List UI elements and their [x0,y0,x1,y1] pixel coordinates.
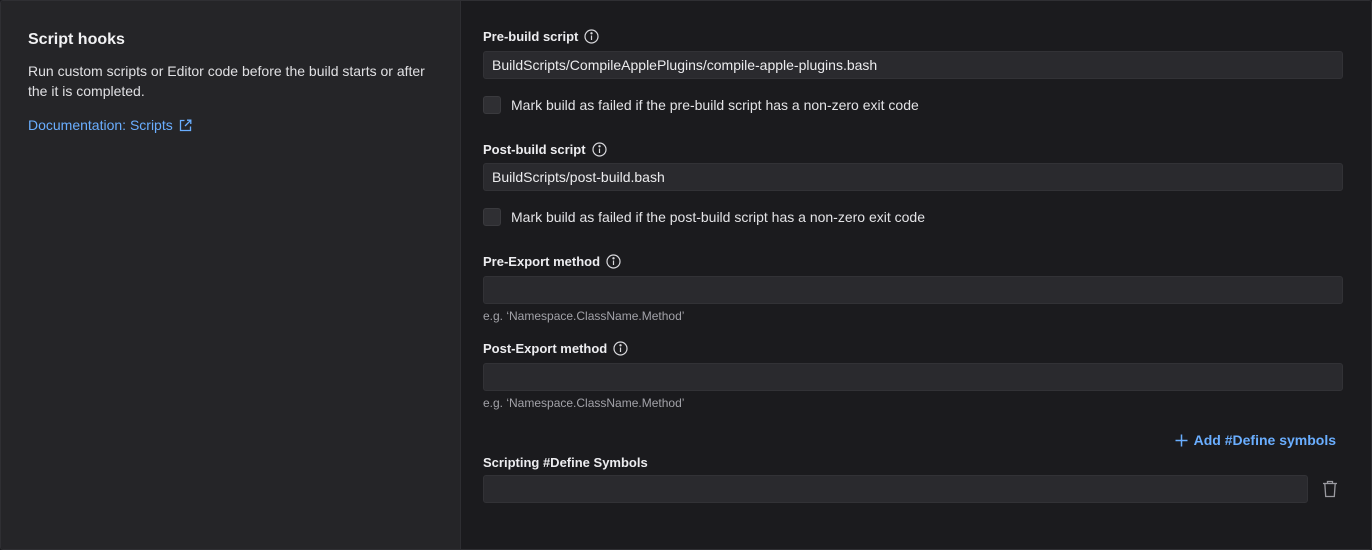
post-build-script-input[interactable] [483,163,1343,191]
post-export-method-hint: e.g. ‘Namespace.ClassName.Method’ [483,396,685,410]
post-export-method-label: Post-Export method [483,341,628,356]
section-content: Pre-build script Mark build as failed if… [461,1,1371,549]
settings-panel: Script hooks Run custom scripts or Edito… [0,0,1372,550]
post-build-script-label: Post-build script [483,142,607,157]
info-icon[interactable] [584,29,599,44]
documentation-link-label: Documentation: Scripts [28,117,173,133]
info-icon[interactable] [591,142,607,157]
post-build-fail-option[interactable]: Mark build as failed if the post-build s… [483,208,925,226]
pre-build-fail-option[interactable]: Mark build as failed if the pre-build sc… [483,96,919,114]
section-description: Run custom scripts or Editor code before… [28,63,425,99]
pre-export-method-label: Pre-Export method [483,254,621,269]
define-symbols-label-text: Scripting #Define Symbols [483,455,648,470]
pre-build-script-label: Pre-build script [483,29,599,44]
add-define-symbols-button[interactable]: Add #Define symbols [1175,432,1336,448]
post-build-fail-label: Mark build as failed if the post-build s… [511,209,925,225]
pre-export-method-input[interactable] [483,276,1343,304]
post-export-method-input[interactable] [483,363,1343,391]
post-export-method-label-text: Post-Export method [483,341,608,356]
post-build-fail-checkbox[interactable] [483,208,501,226]
pre-build-script-input[interactable] [483,51,1343,79]
pre-build-script-label-text: Pre-build script [483,29,579,44]
plus-icon [1175,434,1188,447]
define-symbols-label: Scripting #Define Symbols [483,455,648,470]
pre-export-method-label-text: Pre-Export method [483,254,601,269]
external-link-icon [179,119,192,132]
pre-build-fail-label: Mark build as failed if the pre-build sc… [511,97,919,113]
section-title: Script hooks [28,31,125,48]
documentation-link[interactable]: Documentation: Scripts [28,117,192,133]
info-icon[interactable] [606,254,621,269]
info-icon[interactable] [613,341,628,356]
pre-export-method-hint: e.g. ‘Namespace.ClassName.Method’ [483,309,685,323]
trash-icon[interactable] [1321,479,1339,499]
post-build-script-label-text: Post-build script [483,142,586,157]
section-sidebar: Script hooks Run custom scripts or Edito… [1,1,461,549]
define-symbol-input[interactable] [483,475,1308,503]
add-define-symbols-label: Add #Define symbols [1193,432,1336,448]
pre-build-fail-checkbox[interactable] [483,96,501,114]
